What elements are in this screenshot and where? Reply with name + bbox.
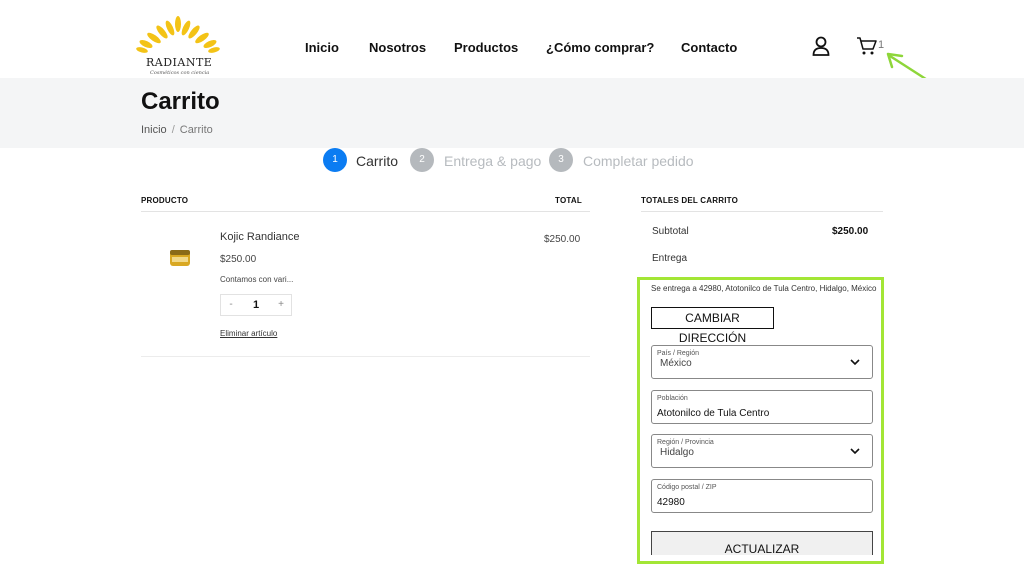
breadcrumb: Inicio / Carrito: [141, 124, 213, 136]
region-select[interactable]: Región / Provincia Hidalgo: [651, 434, 873, 468]
zip-field-value: 42980: [657, 497, 685, 508]
product-price: $250.00: [220, 254, 257, 265]
step-1-label: Carrito: [356, 153, 399, 169]
region-select-label: Región / Provincia: [657, 439, 714, 446]
nav-como-comprar[interactable]: ¿Cómo comprar?: [546, 40, 654, 55]
subtotal-label: Subtotal: [652, 226, 689, 237]
remove-item-link[interactable]: Eliminar artículo: [220, 329, 277, 338]
logo-subtitle: Cosméticos con ciencia: [150, 70, 210, 76]
breadcrumb-current: Carrito: [179, 124, 213, 136]
region-select-value: Hidalgo: [660, 447, 694, 458]
user-icon[interactable]: [812, 36, 830, 56]
breadcrumb-home[interactable]: Inicio: [141, 124, 167, 136]
step-2-circle: 2: [410, 148, 434, 172]
product-thumbnail[interactable]: [168, 247, 192, 269]
radiante-logo[interactable]: RADIANTE Cosméticos con ciencia: [132, 14, 224, 78]
step-3-label: Completar pedido: [583, 153, 694, 169]
logo-title: RADIANTE: [146, 56, 213, 69]
chevron-down-icon: [850, 448, 860, 455]
chevron-down-icon: [850, 359, 860, 366]
nav-productos[interactable]: Productos: [454, 40, 518, 55]
shipping-label: Entrega: [652, 253, 688, 264]
quantity-decrease-button[interactable]: -: [221, 295, 241, 315]
city-field-value: Atotonilco de Tula Centro: [657, 408, 770, 419]
nav-inicio[interactable]: Inicio: [305, 40, 339, 55]
country-select-value: México: [660, 358, 692, 369]
city-field[interactable]: Población Atotonilco de Tula Centro: [651, 390, 873, 424]
update-button[interactable]: ACTUALIZAR: [651, 531, 873, 555]
zip-field-label: Código postal / ZIP: [657, 484, 717, 491]
site-header: RADIANTE Cosméticos con ciencia Inicio N…: [0, 0, 1024, 78]
wheat-logo-icon: [136, 16, 220, 53]
table-row-divider: [141, 356, 590, 357]
nav-nosotros[interactable]: Nosotros: [369, 40, 426, 55]
cart-icon[interactable]: [856, 36, 878, 56]
row-total: $250.00: [544, 234, 581, 245]
column-header-total: TOTAL: [555, 196, 582, 205]
cart-totals-heading: TOTALES DEL CARRITO: [641, 196, 738, 205]
shipping-destination-text: Se entrega a 42980, Atotonilco de Tula C…: [651, 284, 877, 293]
product-name[interactable]: Kojic Randiance: [220, 231, 300, 243]
step-2-label: Entrega & pago: [444, 153, 542, 169]
table-header-divider: [141, 211, 590, 212]
quantity-increase-button[interactable]: +: [271, 295, 291, 315]
zip-field[interactable]: Código postal / ZIP 42980: [651, 479, 873, 513]
quantity-stepper: - 1 +: [220, 294, 292, 316]
column-header-product: PRODUCTO: [141, 196, 189, 205]
subtotal-value: $250.00: [832, 226, 869, 237]
product-description: Contamos con vari...: [220, 275, 294, 284]
quantity-input[interactable]: 1: [245, 295, 267, 315]
page-title: Carrito: [141, 88, 220, 115]
change-address-button[interactable]: CAMBIAR DIRECCIÓN: [651, 307, 774, 345]
country-select[interactable]: País / Región México: [651, 345, 873, 379]
totals-header-divider: [641, 211, 883, 212]
city-field-label: Población: [657, 395, 688, 402]
country-select-label: País / Región: [657, 350, 700, 357]
breadcrumb-separator: /: [171, 124, 175, 136]
nav-contacto[interactable]: Contacto: [681, 40, 737, 55]
step-3-circle: 3: [549, 148, 573, 172]
step-1-circle: 1: [323, 148, 347, 172]
